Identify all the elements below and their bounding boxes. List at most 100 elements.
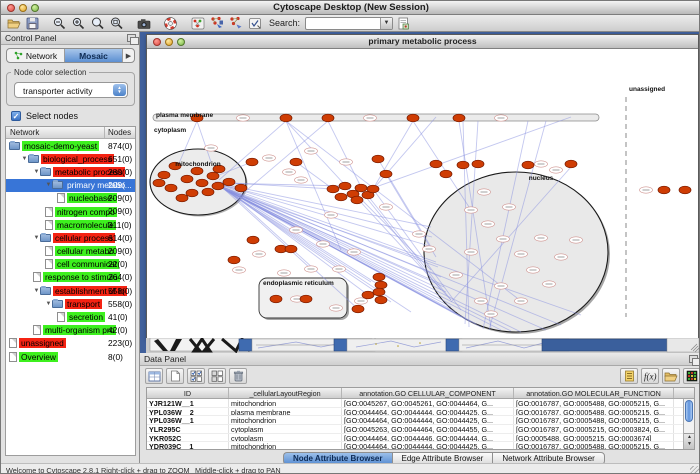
zoom-in-button[interactable] bbox=[70, 16, 87, 31]
network-node[interactable] bbox=[367, 185, 379, 193]
help-button[interactable] bbox=[162, 16, 179, 31]
table-cell[interactable]: [GO:0045267, GO:0045261, GO:0044464, G..… bbox=[342, 399, 514, 407]
table-cell[interactable]: [GO:0016787, GO:0005488, GO:0005215, G..… bbox=[514, 408, 674, 416]
network-node[interactable] bbox=[280, 114, 292, 122]
network-node[interactable] bbox=[457, 161, 469, 169]
expand-arrow-icon[interactable]: ▼ bbox=[33, 169, 40, 175]
network-node[interactable] bbox=[373, 273, 385, 281]
network-node[interactable] bbox=[290, 158, 302, 166]
unselect-all-attributes-button[interactable] bbox=[208, 368, 226, 384]
network-node[interactable] bbox=[440, 170, 452, 178]
formula-builder-button[interactable]: f(x) bbox=[641, 368, 659, 384]
network-node[interactable] bbox=[472, 160, 484, 168]
tab-network[interactable]: Network bbox=[7, 49, 65, 62]
network-edge[interactable] bbox=[247, 121, 328, 190]
table-cell[interactable]: [GO:0016787, GO:0005488, GO:0005215, G..… bbox=[514, 442, 674, 450]
network-node[interactable] bbox=[373, 288, 385, 296]
tree-row-nitrogen-compo[interactable]: nitrogen compo209(0) bbox=[6, 205, 135, 218]
tree-row-biological-process[interactable]: ▼biological_process651(0) bbox=[6, 152, 135, 165]
table-vertical-scrollbar[interactable]: ▲▼ bbox=[683, 399, 694, 449]
network-node[interactable] bbox=[679, 186, 691, 194]
table-cell[interactable]: [GO:0005488, GO:0005215, GO:0003674] bbox=[514, 434, 674, 442]
select-attributes-button[interactable] bbox=[145, 368, 163, 384]
tree-row-cellular-process[interactable]: ▼cellular process614(0) bbox=[6, 231, 135, 244]
float-panel-icon[interactable] bbox=[127, 34, 136, 42]
table-row[interactable]: YJR121W__1mitochondrion[GO:0045267, GO:0… bbox=[147, 399, 694, 408]
network-node[interactable] bbox=[247, 236, 259, 244]
network-node[interactable] bbox=[453, 114, 465, 122]
tab-mosaic[interactable]: Mosaic bbox=[65, 49, 123, 62]
table-cell[interactable]: plasma membrane bbox=[229, 408, 342, 416]
attribute-list-button[interactable] bbox=[620, 368, 638, 384]
delete-attribute-button[interactable] bbox=[229, 368, 247, 384]
heatmap-button[interactable] bbox=[683, 368, 700, 384]
open-session-button[interactable] bbox=[5, 16, 22, 31]
zoom-out-button[interactable] bbox=[51, 16, 68, 31]
table-cell[interactable]: YJR121W__1 bbox=[147, 399, 229, 407]
expand-arrow-icon[interactable]: ▼ bbox=[33, 288, 40, 294]
network-node[interactable] bbox=[228, 256, 240, 264]
network-node[interactable] bbox=[181, 175, 193, 183]
tree-row-primary-metabo[interactable]: ▼primary metabo209(... bbox=[6, 179, 135, 192]
network-node[interactable] bbox=[522, 161, 534, 169]
network-node[interactable] bbox=[335, 193, 347, 201]
create-network-view-button[interactable] bbox=[189, 16, 206, 31]
tree-row-response-to-stimulu[interactable]: response to stimulu264(0) bbox=[6, 271, 135, 284]
table-cell[interactable]: [GO:0045263, GO:0044464, GO:0044455, G..… bbox=[342, 425, 514, 433]
network-node[interactable] bbox=[176, 194, 188, 202]
table-cell[interactable]: cytoplasm bbox=[229, 434, 342, 442]
tree-row-cell-communicat[interactable]: cell communicat22(0) bbox=[6, 258, 135, 271]
expand-arrow-icon[interactable]: ▼ bbox=[45, 301, 52, 307]
network-node[interactable] bbox=[246, 158, 258, 166]
network-node[interactable] bbox=[285, 245, 297, 253]
network-node[interactable] bbox=[207, 172, 219, 180]
table-row[interactable]: YPL036W__2plasma membrane[GO:0044464, GO… bbox=[147, 408, 694, 417]
resize-grip[interactable] bbox=[690, 466, 700, 474]
network-edge[interactable] bbox=[386, 174, 436, 257]
create-attribute-button[interactable] bbox=[166, 368, 184, 384]
scrollbar-thumb[interactable] bbox=[685, 400, 693, 422]
tree-row-overview[interactable]: Overview8(0) bbox=[6, 350, 135, 363]
annotation-button[interactable] bbox=[246, 16, 263, 31]
table-column-header[interactable]: ID bbox=[147, 388, 229, 398]
tree-row-cellular-metabo[interactable]: cellular metabo209(0) bbox=[6, 245, 135, 258]
network-node[interactable] bbox=[186, 189, 198, 197]
table-column-header[interactable] bbox=[674, 388, 694, 398]
network-node[interactable] bbox=[322, 114, 334, 122]
network-node[interactable] bbox=[270, 295, 282, 303]
tree-row-unassigned[interactable]: unassigned223(0) bbox=[6, 337, 135, 350]
table-cell[interactable]: YLR295C bbox=[147, 425, 229, 433]
table-cell[interactable]: mitochondrion bbox=[229, 399, 342, 407]
network-node[interactable] bbox=[362, 291, 374, 299]
table-cell[interactable]: YPL036W__1 bbox=[147, 416, 229, 424]
table-cell[interactable]: [GO:0044464, GO:0044444, GO:0044425, G..… bbox=[342, 416, 514, 424]
network-node[interactable] bbox=[375, 281, 387, 289]
table-column-header[interactable]: _cellularLayoutRegion bbox=[229, 388, 342, 398]
tree-column-network[interactable]: Network bbox=[6, 127, 105, 138]
network-window-titlebar[interactable]: primary metabolic process bbox=[147, 35, 698, 49]
table-cell[interactable]: [GO:0016787, GO:0005215, GO:0003824, G..… bbox=[514, 425, 674, 433]
scrollbar-arrows[interactable]: ▲▼ bbox=[684, 433, 695, 449]
network-node[interactable] bbox=[202, 188, 214, 196]
select-all-attributes-button[interactable] bbox=[187, 368, 205, 384]
tree-row-mosaic-demo-yeast[interactable]: mosaic-demo-yeast874(0) bbox=[6, 139, 135, 152]
network-node[interactable] bbox=[165, 184, 177, 192]
network-node[interactable] bbox=[407, 114, 419, 122]
search-input[interactable]: ▼ bbox=[305, 17, 393, 30]
table-cell[interactable]: [GO:0016787, GO:0005488, GO:0005215, G..… bbox=[514, 399, 674, 407]
table-column-header[interactable]: annotation.GO MOLECULAR_FUNCTION bbox=[514, 388, 674, 398]
table-cell[interactable]: mitochondrion bbox=[229, 442, 342, 450]
network-node[interactable] bbox=[355, 184, 367, 192]
table-cell[interactable]: mitochondrion bbox=[229, 416, 342, 424]
table-cell[interactable]: YDR039C__1 bbox=[147, 442, 229, 450]
network-node[interactable] bbox=[658, 186, 670, 194]
network-node[interactable] bbox=[153, 179, 165, 187]
search-dropdown-button[interactable]: ▼ bbox=[380, 18, 392, 29]
save-session-button[interactable] bbox=[24, 16, 41, 31]
network-node[interactable] bbox=[223, 178, 235, 186]
float-panel-icon[interactable] bbox=[689, 355, 698, 363]
network-edge[interactable] bbox=[221, 185, 436, 262]
network-node[interactable] bbox=[191, 167, 203, 175]
table-row[interactable]: YPL036W__1mitochondrion[GO:0044464, GO:0… bbox=[147, 416, 694, 425]
table-cell[interactable]: YKR052C bbox=[147, 434, 229, 442]
